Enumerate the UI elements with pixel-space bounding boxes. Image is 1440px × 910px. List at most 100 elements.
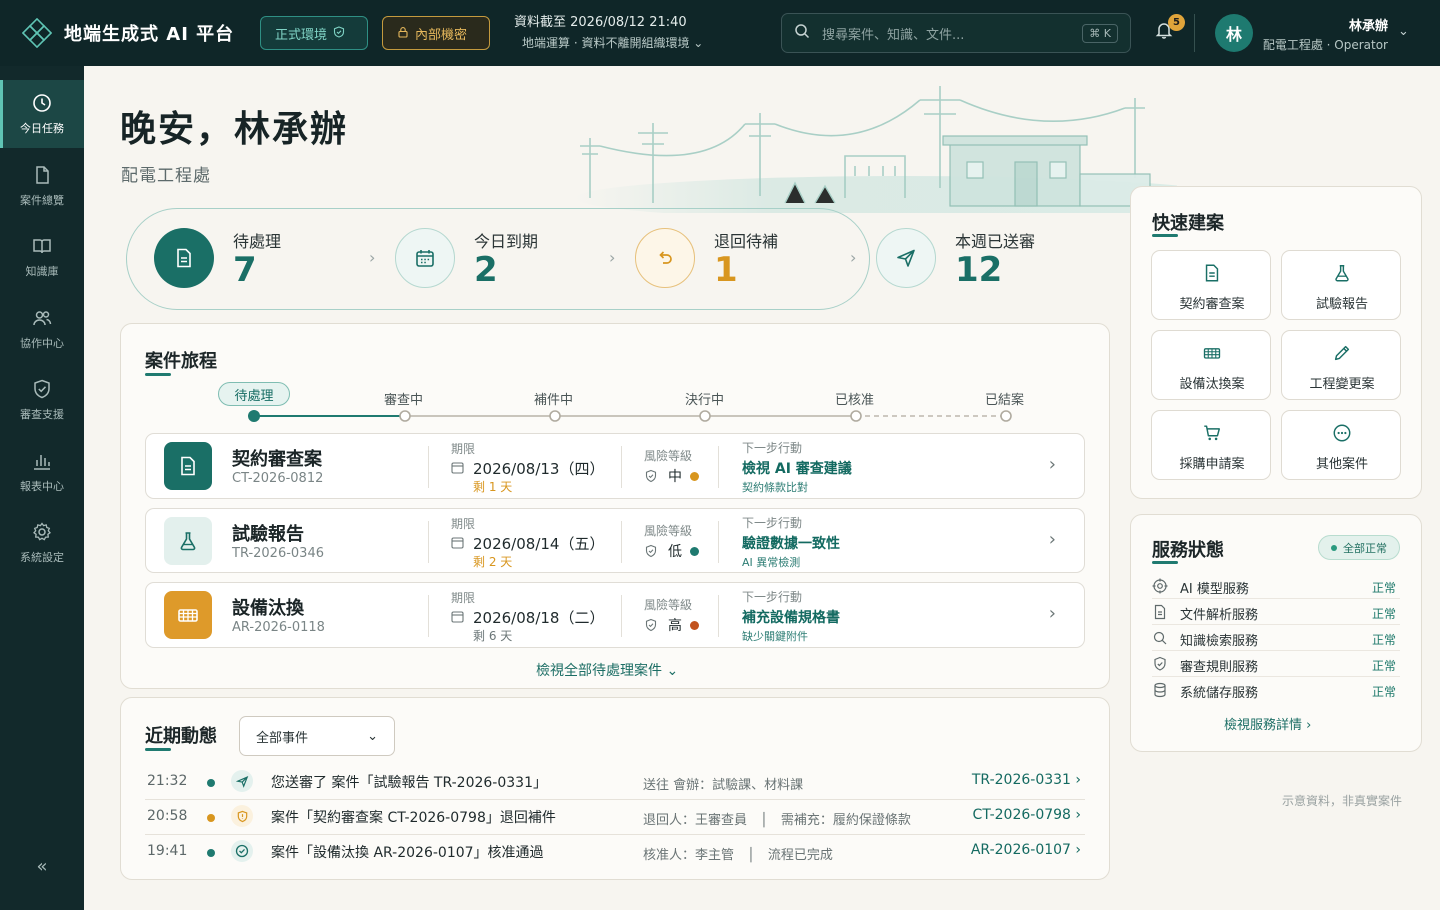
flask-icon — [164, 517, 212, 565]
shield-check-icon — [34, 379, 50, 399]
divider — [718, 446, 719, 488]
divider — [428, 521, 429, 563]
file-icon — [36, 166, 49, 184]
divider — [428, 446, 429, 488]
case-row-test-report[interactable]: 試驗報告 TR-2026-0346 期限 2026/08/14（五） 剩 2 天… — [145, 508, 1085, 573]
activity-row[interactable]: 21:32 您送審了 案件「試驗報告 TR-2026-0331」 送往 會辦：試… — [145, 765, 1085, 800]
stat-due-today[interactable]: 今日到期 2 › — [395, 228, 625, 290]
service-row[interactable]: 知識檢索服務 正常 — [1152, 625, 1400, 651]
case-id: AR-2026-0118 — [232, 620, 325, 635]
quick-create-equipment[interactable]: 設備汰換案 — [1151, 330, 1271, 400]
chevron-right-icon[interactable]: › — [1049, 603, 1056, 624]
data-info[interactable]: 資料截至 2026/08/12 21:40 地端運算 · 資料不離開組織環境 ⌄ — [514, 13, 703, 53]
shield-icon — [645, 618, 657, 632]
quick-create-change[interactable]: 工程變更案 — [1281, 330, 1401, 400]
sidebar-item-settings[interactable]: 系統設定 — [0, 509, 84, 577]
calendar-icon — [451, 536, 464, 553]
stat-label: 今日到期 — [474, 232, 539, 251]
stage-approved[interactable]: 已核准 — [835, 389, 874, 408]
tile-label: 工程變更案 — [1309, 377, 1375, 392]
stage-track — [248, 410, 1012, 422]
brand[interactable]: 地端生成式 AI 平台 — [0, 18, 245, 48]
sidebar-item-collab[interactable]: 協作中心 — [0, 295, 84, 363]
risk-dot — [690, 471, 699, 481]
stage-supplementing[interactable]: 補件中 — [534, 389, 573, 408]
stage-pending[interactable]: 待處理 — [218, 382, 290, 406]
case-name: 試驗報告 — [232, 524, 304, 545]
stat-submitted-week[interactable]: 本週已送審 12 — [876, 228, 1106, 290]
service-row[interactable]: 系統儲存服務 正常 — [1152, 677, 1400, 703]
chevron-right-icon: › — [609, 248, 616, 267]
greeting-title: 晚安，林承辦 — [120, 109, 349, 150]
sidebar-item-today[interactable]: 今日任務 — [0, 80, 84, 148]
sidebar-item-reports[interactable]: 報表中心 — [0, 438, 84, 506]
flask-icon — [1335, 265, 1349, 282]
service-row[interactable]: 文件解析服務 正常 — [1152, 599, 1400, 625]
activity-row[interactable]: 19:41 案件「設備汰換 AR-2026-0107」核准通過 核准人：李主管 … — [145, 835, 1085, 870]
quick-create-procurement[interactable]: 採購申請案 — [1151, 410, 1271, 480]
quick-create-test-report[interactable]: 試驗報告 — [1281, 250, 1401, 320]
case-id: CT-2026-0812 — [232, 471, 324, 486]
event-filter-select[interactable]: 全部事件 ⌄ — [239, 716, 395, 756]
status-badge: 全部正常 — [1318, 535, 1400, 560]
top-bar: 地端生成式 AI 平台 正式環境 內部機密 資料截至 2026/08/12 21… — [0, 0, 1440, 66]
greeting-dept: 配電工程處 — [121, 166, 211, 186]
stage-reviewing[interactable]: 審查中 — [384, 389, 423, 408]
env-confidential-chip[interactable]: 內部機密 — [382, 16, 490, 50]
sidebar-item-review[interactable]: 審查支援 — [0, 366, 84, 434]
data-locality: 地端運算 · 資料不離開組織環境 — [522, 36, 690, 50]
view-service-details-link[interactable]: 檢視服務詳情 › — [1224, 714, 1311, 733]
avatar[interactable]: 林 — [1215, 14, 1253, 52]
service-name: 審查規則服務 — [1180, 660, 1259, 675]
chevron-down-icon[interactable]: ⌄ — [1398, 24, 1409, 39]
activity-case-link[interactable]: CT-2026-0798 › — [973, 807, 1081, 823]
activity-case-link[interactable]: AR-2026-0107 › — [971, 842, 1081, 858]
risk-label: 風險等級 — [644, 524, 693, 538]
env-prod-label: 正式環境 — [275, 27, 328, 43]
due-date: 2026/08/18（二） — [473, 609, 605, 627]
stage-closed[interactable]: 已結案 — [985, 389, 1024, 408]
sidebar-item-cases[interactable]: 案件總覽 — [0, 152, 84, 220]
next-action-link[interactable]: 檢視 AI 審查建議 — [742, 458, 852, 478]
stage-deciding[interactable]: 決行中 — [685, 389, 724, 408]
document-icon — [154, 228, 214, 288]
global-search[interactable]: 搜尋案件、知識、文件... ⌘ K — [781, 13, 1131, 53]
activity-case-link[interactable]: TR-2026-0331 › — [972, 772, 1081, 788]
case-row-contract[interactable]: 契約審查案 CT-2026-0812 期限 2026/08/13（四） 剩 1 … — [145, 433, 1085, 499]
search-shortcut: ⌘ K — [1082, 23, 1118, 43]
send-icon — [876, 228, 936, 288]
tile-label: 其他案件 — [1315, 457, 1368, 472]
sidebar-item-knowledge[interactable]: 知識庫 — [0, 223, 84, 291]
event-filter-value: 全部事件 — [256, 730, 309, 746]
search-icon — [1153, 631, 1167, 645]
user-name[interactable]: 林承辦 — [1262, 15, 1388, 34]
activity-row[interactable]: 20:58 案件「契約審查案 CT-2026-0798」退回補件 退回人：王審查… — [145, 800, 1085, 835]
clock-icon — [33, 94, 51, 112]
chevron-right-icon[interactable]: › — [1049, 454, 1056, 475]
service-row[interactable]: AI 模型服務 正常 — [1152, 573, 1400, 599]
next-label: 下一步行動 — [742, 516, 803, 530]
collapse-sidebar-button[interactable]: « — [0, 856, 84, 877]
chevron-right-icon[interactable]: › — [1049, 529, 1056, 550]
shield-icon — [645, 544, 657, 558]
quick-create-other[interactable]: 其他案件 — [1281, 410, 1401, 480]
stat-pending[interactable]: 待處理 7 › — [154, 228, 384, 290]
search-input[interactable]: 搜尋案件、知識、文件... — [822, 24, 1082, 43]
stat-value: 12 — [955, 250, 1003, 290]
next-action-sub: 缺少關鍵附件 — [742, 630, 808, 643]
next-action-link[interactable]: 驗證數據一致性 — [742, 533, 840, 553]
case-row-equipment[interactable]: 設備汰換 AR-2026-0118 期限 2026/08/18（二） 剩 6 天… — [145, 582, 1085, 648]
chevron-right-icon: › — [369, 248, 376, 267]
stat-returned[interactable]: 退回待補 1 › — [635, 228, 865, 290]
divider — [718, 521, 719, 563]
activity-dot — [207, 779, 215, 787]
view-all-pending-link[interactable]: 檢視全部待處理案件 ⌄ — [536, 660, 678, 680]
shield-icon — [645, 469, 657, 483]
quick-create-contract[interactable]: 契約審查案 — [1151, 250, 1271, 320]
tile-label: 採購申請案 — [1179, 457, 1245, 472]
env-prod-chip[interactable]: 正式環境 — [260, 16, 368, 50]
next-action-link[interactable]: 補充設備規格書 — [742, 607, 840, 627]
shield-alert-icon — [231, 805, 253, 827]
activity-text: 案件「契約審查案 CT-2026-0798」退回補件 — [271, 810, 556, 826]
service-row[interactable]: 審查規則服務 正常 — [1152, 651, 1400, 677]
